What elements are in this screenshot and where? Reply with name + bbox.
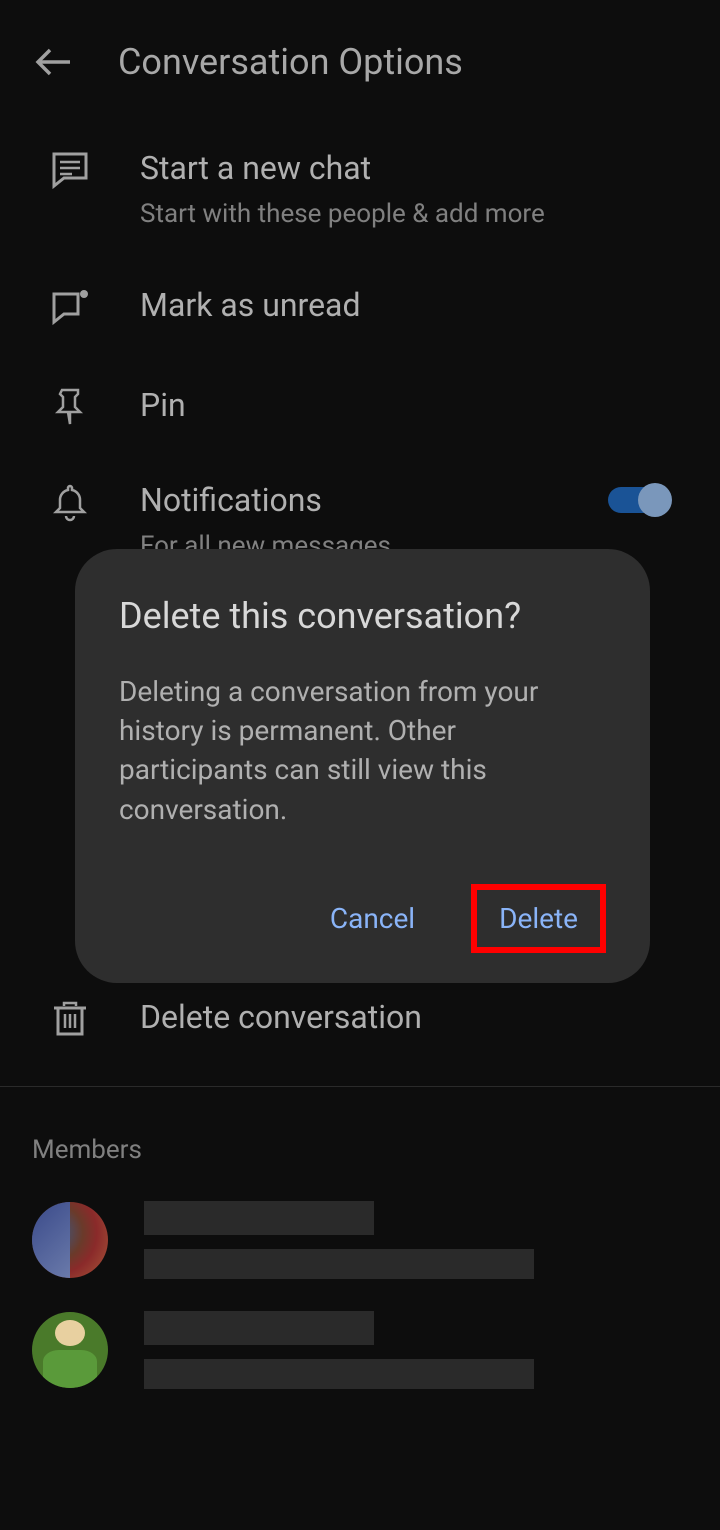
member-text (144, 1201, 688, 1279)
delete-confirmation-dialog: Delete this conversation? Deleting a con… (75, 549, 650, 983)
option-new-chat[interactable]: Start a new chat Start with these people… (0, 124, 720, 256)
cancel-button[interactable]: Cancel (304, 884, 441, 953)
divider (0, 1086, 720, 1087)
page-title: Conversation Options (118, 41, 463, 83)
bell-icon (48, 480, 92, 524)
members-section-label: Members (0, 1105, 720, 1185)
member-row[interactable] (0, 1295, 720, 1405)
dialog-actions: Cancel Delete (119, 884, 606, 953)
option-text: Pin (140, 385, 672, 427)
option-subtitle: Start with these people & add more (140, 196, 672, 232)
dialog-body: Deleting a conversation from your histor… (119, 672, 606, 829)
header: Conversation Options (0, 0, 720, 124)
member-text (144, 1311, 688, 1389)
option-title: Mark as unread (140, 285, 672, 327)
member-name-redacted (144, 1311, 374, 1345)
option-text: Delete conversation (140, 997, 672, 1039)
back-arrow-icon[interactable] (30, 38, 78, 86)
notifications-toggle[interactable] (608, 480, 672, 520)
option-pin[interactable]: Pin (0, 356, 720, 456)
member-detail-redacted (144, 1249, 534, 1279)
chat-icon (48, 148, 92, 192)
option-delete-conversation[interactable]: Delete conversation (0, 968, 720, 1068)
member-name-redacted (144, 1201, 374, 1235)
avatar (32, 1312, 108, 1388)
option-text: Mark as unread (140, 285, 672, 327)
option-title: Start a new chat (140, 148, 672, 190)
dialog-title: Delete this conversation? (119, 595, 606, 637)
trash-icon (48, 996, 92, 1040)
option-title: Delete conversation (140, 997, 672, 1039)
option-title: Pin (140, 385, 672, 427)
member-detail-redacted (144, 1359, 534, 1389)
option-mark-unread[interactable]: Mark as unread (0, 256, 720, 356)
delete-button[interactable]: Delete (471, 884, 606, 953)
member-row[interactable] (0, 1185, 720, 1295)
pin-icon (48, 384, 92, 428)
option-text: Start a new chat Start with these people… (140, 148, 672, 232)
toggle-thumb (638, 483, 672, 517)
avatar (32, 1202, 108, 1278)
unread-icon (48, 284, 92, 328)
option-title: Notifications (140, 480, 560, 522)
